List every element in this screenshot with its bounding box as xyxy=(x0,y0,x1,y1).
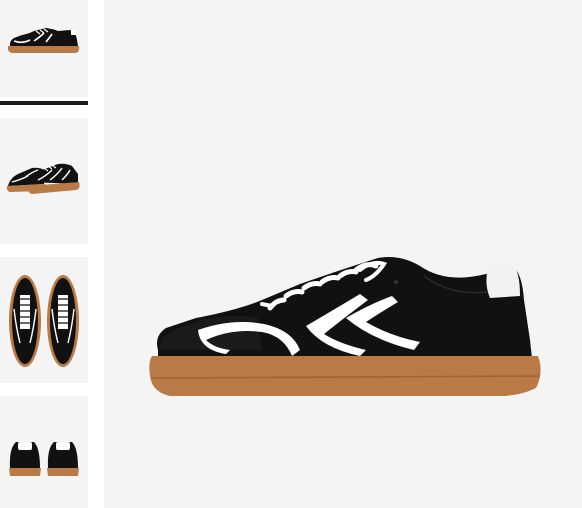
main-product-image[interactable] xyxy=(104,0,582,508)
sneaker-top-thumb-image xyxy=(9,275,79,367)
sneaker-side-main-image xyxy=(149,257,541,396)
thumbnail-side-view[interactable] xyxy=(0,0,88,97)
sneaker-back-thumb-image xyxy=(9,442,79,476)
sneaker-side-thumb-image xyxy=(7,28,80,53)
thumbnail-rail xyxy=(0,0,88,508)
thumbnail-top-view[interactable] xyxy=(0,257,88,383)
thumbnail-back-view[interactable] xyxy=(0,396,88,508)
selected-thumbnail-indicator xyxy=(0,101,88,105)
thumbnail-pair-view[interactable] xyxy=(0,118,88,244)
sneaker-pair-thumb-image xyxy=(6,163,80,194)
